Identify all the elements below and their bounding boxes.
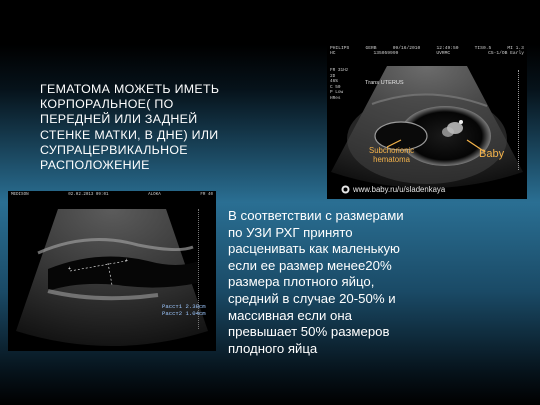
svg-text:+: + — [68, 266, 71, 272]
ultrasound-header: PHILIPS GERB 09/16/2010 12:49:50 TIS0.5 … — [327, 44, 527, 70]
header-text: FR 40 — [200, 193, 213, 197]
measurement-readout: Расст1 2.38cm Расст2 1.04cm — [162, 303, 206, 317]
slide-body-text: В соответствии с размерами по УЗИ РХГ пр… — [228, 208, 404, 356]
ultrasound-trans-label: Trans UTERUS — [365, 80, 404, 86]
header-text: C5-1/OB Early — [488, 51, 524, 57]
svg-text:+: + — [125, 258, 128, 264]
header-text: HC — [330, 51, 336, 57]
depth-scale — [518, 70, 523, 170]
ultrasound-side-info: FR 31Hz 2D 46% C 50 P Low HRes — [330, 68, 349, 101]
watermark: www.baby.ru/u/sladenkaya — [341, 185, 445, 194]
ultrasound-image-measurement: + + MEDISON 02.02.2013 09:01 ALOKA FR 40… — [8, 191, 216, 351]
header-text: UVRMC — [436, 51, 451, 57]
ultrasound-scan-graphic: + + — [16, 209, 208, 346]
annotation-baby: Baby — [479, 148, 505, 160]
header-text: 135059999 — [373, 51, 399, 57]
ultrasound-header: MEDISON 02.02.2013 09:01 ALOKA FR 40 — [8, 191, 216, 211]
header-text: ALOKA — [148, 193, 161, 197]
slide-title: ГЕМАТОМА МОЖЕТЬ ИМЕТЬ КОРПОРАЛЬНОЕ( ПО П… — [40, 82, 220, 173]
ultrasound-image-subchorionic: PHILIPS GERB 09/16/2010 12:49:50 TIS0.5 … — [327, 44, 527, 199]
header-text: MEDISON — [11, 193, 29, 197]
watermark-text: www.baby.ru/u/sladenkaya — [353, 185, 446, 194]
baby-logo-icon — [341, 185, 350, 194]
header-text: 02.02.2013 09:01 — [68, 193, 109, 197]
annotation-hematoma: Subchorionic hematoma — [369, 146, 415, 164]
